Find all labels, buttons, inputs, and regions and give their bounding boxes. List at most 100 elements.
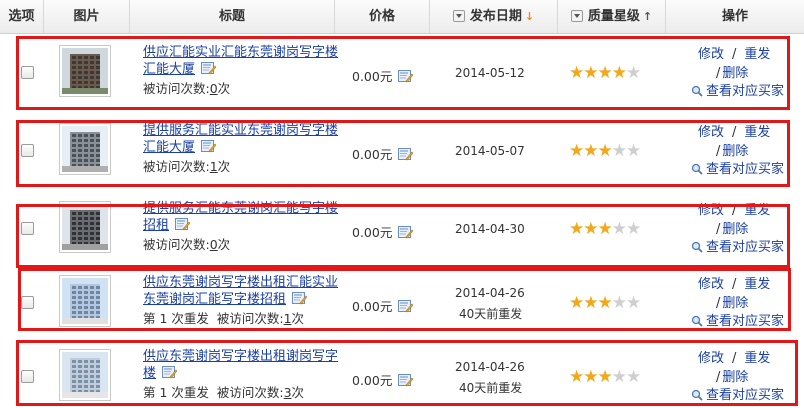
- view-buyers-link[interactable]: 查看对应买家: [706, 388, 784, 403]
- star-icon: ★: [583, 141, 598, 161]
- edit-title-icon[interactable]: [175, 218, 190, 231]
- edit-title-icon[interactable]: [162, 366, 177, 379]
- quality-filter-dropdown-icon[interactable]: [570, 9, 583, 22]
- listing-thumbnail[interactable]: [59, 45, 111, 97]
- sort-asc-icon[interactable]: ↑: [643, 10, 652, 23]
- star-icon: ★: [597, 63, 613, 83]
- quality-stars: ★★★★★: [569, 63, 641, 83]
- date-filter-dropdown-icon[interactable]: [452, 9, 465, 22]
- visits-value[interactable]: 3: [284, 385, 292, 400]
- star-icon: ★: [611, 141, 627, 161]
- repost-link[interactable]: 重发: [744, 351, 770, 366]
- title-line-2[interactable]: 汇能大厦: [143, 140, 195, 155]
- delete-link[interactable]: 删除: [722, 66, 748, 81]
- price-value: 0.00元: [352, 222, 414, 241]
- visits-value[interactable]: 1: [210, 159, 218, 174]
- listing-thumbnail[interactable]: [59, 275, 111, 327]
- delete-link[interactable]: 删除: [722, 144, 748, 159]
- listing-thumbnail[interactable]: [59, 123, 111, 175]
- star-icon: ★: [597, 293, 613, 313]
- edit-link[interactable]: 修改: [698, 125, 724, 140]
- view-buyers-link[interactable]: 查看对应买家: [706, 162, 784, 177]
- view-buyers-link[interactable]: 查看对应买家: [706, 314, 784, 329]
- edit-price-icon[interactable]: [398, 226, 414, 239]
- action-separator: /: [716, 144, 721, 159]
- edit-link[interactable]: 修改: [698, 47, 724, 62]
- visits-info: 被访问次数:0次: [143, 81, 230, 97]
- header-date-label[interactable]: 发布日期: [470, 0, 522, 34]
- listing-title-link[interactable]: 提供服务汇能实业东莞谢岗写字楼 汇能大厦: [143, 122, 338, 156]
- row-select-checkbox[interactable]: [21, 296, 34, 309]
- visits-value[interactable]: 0: [210, 237, 218, 252]
- visits-unit: 次: [217, 237, 231, 252]
- title-line-1[interactable]: 供应东莞谢岗写字楼出租汇能实业: [143, 275, 338, 290]
- row-select-checkbox[interactable]: [21, 144, 34, 157]
- star-icon: ★: [626, 141, 641, 161]
- visits-label: 被访问次数:: [143, 237, 210, 252]
- header-image: 图片: [44, 0, 130, 34]
- title-line-1[interactable]: 供应东莞谢岗写字楼出租谢岗写字: [143, 349, 338, 364]
- price-text: 0.00元: [352, 69, 393, 84]
- visits-value[interactable]: 1: [284, 311, 292, 326]
- repost-link[interactable]: 重发: [744, 125, 770, 140]
- header-quality-label[interactable]: 质量星级: [588, 0, 640, 34]
- repost-link[interactable]: 重发: [744, 203, 770, 218]
- visits-info: 第 1 次重发 被访问次数:1次: [143, 311, 304, 327]
- row-select-checkbox[interactable]: [21, 370, 34, 383]
- title-line-1[interactable]: 提供服务汇能东莞谢岗汇能写字楼: [143, 201, 338, 216]
- action-links-top: 修改 / 重发: [698, 202, 770, 219]
- title-line-2[interactable]: 汇能大厦: [143, 62, 195, 77]
- repost-link[interactable]: 重发: [744, 277, 770, 292]
- row-select-checkbox[interactable]: [21, 222, 34, 235]
- visits-info: 第 1 次重发 被访问次数:3次: [143, 385, 304, 401]
- view-buyers-link[interactable]: 查看对应买家: [706, 240, 784, 255]
- listing-thumbnail[interactable]: [59, 201, 111, 253]
- title-line-2[interactable]: 楼: [143, 366, 156, 381]
- edit-price-icon[interactable]: [398, 70, 414, 83]
- delete-link[interactable]: 删除: [722, 296, 748, 311]
- star-icon: ★: [611, 367, 627, 387]
- edit-price-icon[interactable]: [398, 300, 414, 313]
- star-icon: ★: [611, 293, 627, 313]
- view-buyers-row: 查看对应买家: [691, 239, 784, 256]
- title-line-1[interactable]: 供应汇能实业汇能东莞谢岗写字楼: [143, 45, 338, 60]
- edit-link[interactable]: 修改: [698, 351, 724, 366]
- listing-title-link[interactable]: 供应东莞谢岗写字楼出租汇能实业 东莞谢岗汇能写字楼招租: [143, 274, 338, 308]
- header-select: 选项: [0, 0, 44, 34]
- star-icon: ★: [583, 293, 598, 313]
- title-line-1[interactable]: 提供服务汇能实业东莞谢岗写字楼: [143, 123, 338, 138]
- star-icon: ★: [626, 63, 641, 83]
- sort-desc-icon[interactable]: ↓: [525, 10, 534, 23]
- header-quality[interactable]: 质量星级 ↑: [558, 0, 666, 34]
- view-buyers-row: 查看对应买家: [691, 161, 784, 178]
- listing-title-link[interactable]: 供应汇能实业汇能东莞谢岗写字楼 汇能大厦: [143, 44, 338, 78]
- delete-link[interactable]: 删除: [722, 370, 748, 385]
- row-select-checkbox[interactable]: [21, 66, 34, 79]
- star-icon: ★: [611, 63, 627, 83]
- magnifier-icon: [691, 85, 703, 97]
- star-icon: ★: [583, 219, 598, 239]
- listing-thumbnail[interactable]: [59, 349, 111, 401]
- price-text: 0.00元: [352, 299, 393, 314]
- edit-link[interactable]: 修改: [698, 277, 724, 292]
- header-date[interactable]: 发布日期 ↓: [430, 0, 558, 34]
- edit-price-icon[interactable]: [398, 148, 414, 161]
- title-line-2[interactable]: 招租: [143, 218, 169, 233]
- edit-link[interactable]: 修改: [698, 203, 724, 218]
- edit-title-icon[interactable]: [201, 62, 216, 75]
- edit-title-icon[interactable]: [292, 292, 307, 305]
- edit-title-icon[interactable]: [201, 140, 216, 153]
- publish-date: 2014-05-07: [455, 144, 525, 158]
- action-links-top: 修改 / 重发: [698, 46, 770, 63]
- star-icon: ★: [569, 219, 584, 239]
- view-buyers-row: 查看对应买家: [691, 83, 784, 100]
- star-icon: ★: [611, 219, 627, 239]
- visits-value[interactable]: 0: [210, 81, 218, 96]
- view-buyers-link[interactable]: 查看对应买家: [706, 84, 784, 99]
- title-line-2[interactable]: 东莞谢岗汇能写字楼招租: [143, 292, 286, 307]
- repost-link[interactable]: 重发: [744, 47, 770, 62]
- action-separator: /: [732, 203, 737, 218]
- action-links-top: 修改 / 重发: [698, 276, 770, 293]
- edit-price-icon[interactable]: [398, 374, 414, 387]
- delete-link[interactable]: 删除: [722, 222, 748, 237]
